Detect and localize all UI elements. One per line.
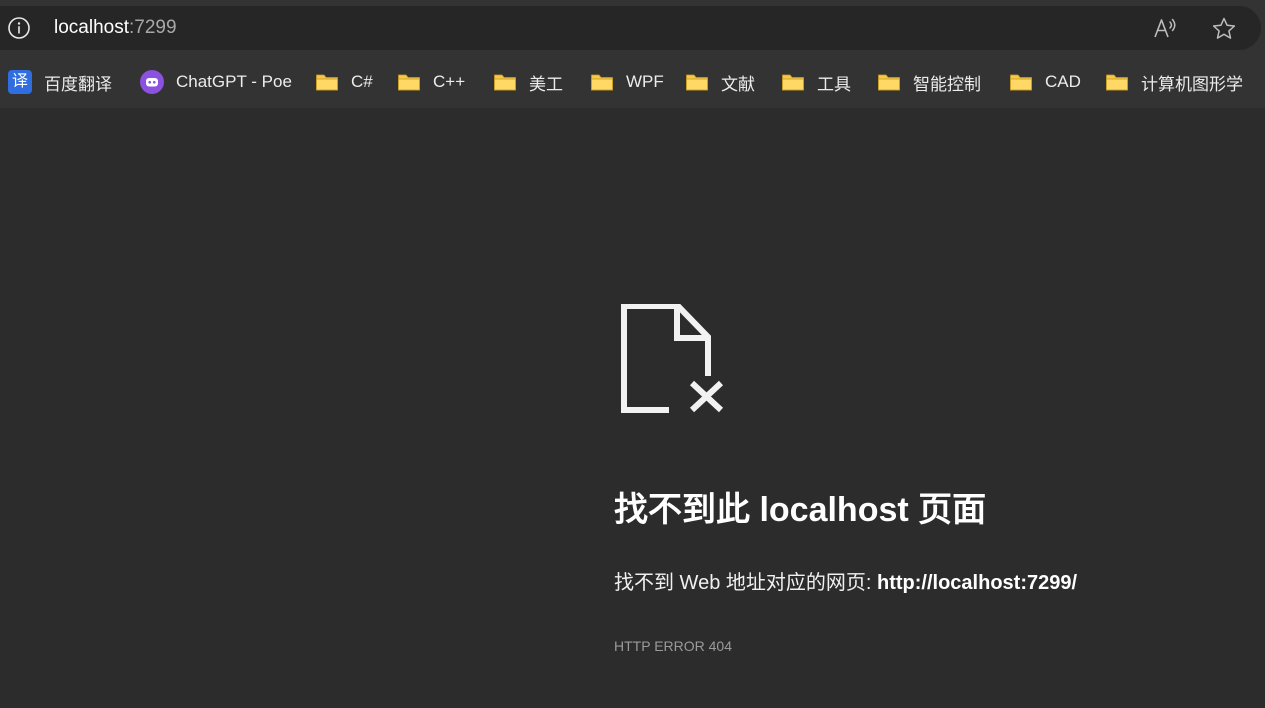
bookmark-folder-wpf[interactable]: WPF bbox=[590, 69, 664, 95]
bookmark-label: 工具 bbox=[817, 74, 851, 94]
bookmark-folder-wenxian[interactable]: 文献 bbox=[685, 69, 755, 95]
folder-icon bbox=[1106, 74, 1128, 91]
bookmarks-bar: 译 百度翻译 ChatGPT - Poe C# C++ 美工 WPF 文献 工具… bbox=[0, 56, 1265, 108]
bookmark-folder-cad[interactable]: CAD bbox=[1009, 69, 1081, 95]
error-description: 找不到 Web 地址对应的网页: http://localhost:7299/ bbox=[614, 569, 1077, 597]
star-icon[interactable] bbox=[1211, 16, 1237, 42]
bookmark-baidu-fanyi[interactable]: 译 百度翻译 bbox=[8, 69, 112, 95]
error-code: HTTP ERROR 404 bbox=[614, 638, 732, 654]
bookmark-folder-cpp[interactable]: C++ bbox=[397, 69, 465, 95]
folder-icon bbox=[591, 74, 613, 91]
bookmark-folder-zhineng-kongzhi[interactable]: 智能控制 bbox=[877, 69, 981, 95]
bookmark-label: 文献 bbox=[721, 74, 755, 94]
bookmark-chatgpt-poe[interactable]: ChatGPT - Poe bbox=[140, 69, 292, 95]
bookmark-label: 智能控制 bbox=[913, 74, 981, 94]
bookmark-label: CAD bbox=[1045, 72, 1081, 91]
folder-icon bbox=[398, 74, 420, 91]
bookmark-folder-meigong[interactable]: 美工 bbox=[493, 69, 563, 95]
bookmark-label: 计算机图形学 bbox=[1141, 74, 1243, 94]
bookmark-folder-graphics[interactable]: 计算机图形学 bbox=[1105, 69, 1243, 95]
error-title: 找不到此 localhost 页面 bbox=[614, 491, 987, 529]
bookmark-label: C# bbox=[351, 72, 373, 91]
url-text[interactable]: localhost:7299 bbox=[54, 17, 177, 39]
bookmark-folder-gongju[interactable]: 工具 bbox=[781, 69, 851, 95]
info-icon[interactable] bbox=[7, 16, 31, 40]
folder-icon bbox=[494, 74, 516, 91]
bookmark-label: WPF bbox=[626, 72, 664, 91]
folder-icon bbox=[686, 74, 708, 91]
address-bar[interactable]: localhost:7299 bbox=[0, 6, 1261, 50]
url-host: localhost bbox=[54, 17, 129, 38]
bookmark-label: ChatGPT - Poe bbox=[176, 72, 292, 91]
error-description-text: 找不到 Web 地址对应的网页: bbox=[614, 572, 877, 594]
folder-icon bbox=[316, 74, 338, 91]
fanyi-icon: 译 bbox=[8, 70, 32, 94]
page-not-found-icon bbox=[621, 304, 724, 413]
browser-toolbar: localhost:7299 bbox=[0, 0, 1265, 56]
error-url: http://localhost:7299/ bbox=[877, 572, 1078, 594]
folder-icon bbox=[878, 74, 900, 91]
folder-icon bbox=[1010, 74, 1032, 91]
bookmark-folder-csharp[interactable]: C# bbox=[315, 69, 373, 95]
folder-icon bbox=[782, 74, 804, 91]
url-port: :7299 bbox=[129, 17, 177, 38]
poe-icon bbox=[140, 70, 164, 94]
read-aloud-icon[interactable] bbox=[1152, 16, 1178, 42]
bookmark-label: C++ bbox=[433, 72, 466, 91]
error-page: 找不到此 localhost 页面 找不到 Web 地址对应的网页: http:… bbox=[0, 108, 1265, 708]
bookmark-label: 美工 bbox=[529, 74, 563, 94]
bookmark-label: 百度翻译 bbox=[44, 74, 112, 94]
